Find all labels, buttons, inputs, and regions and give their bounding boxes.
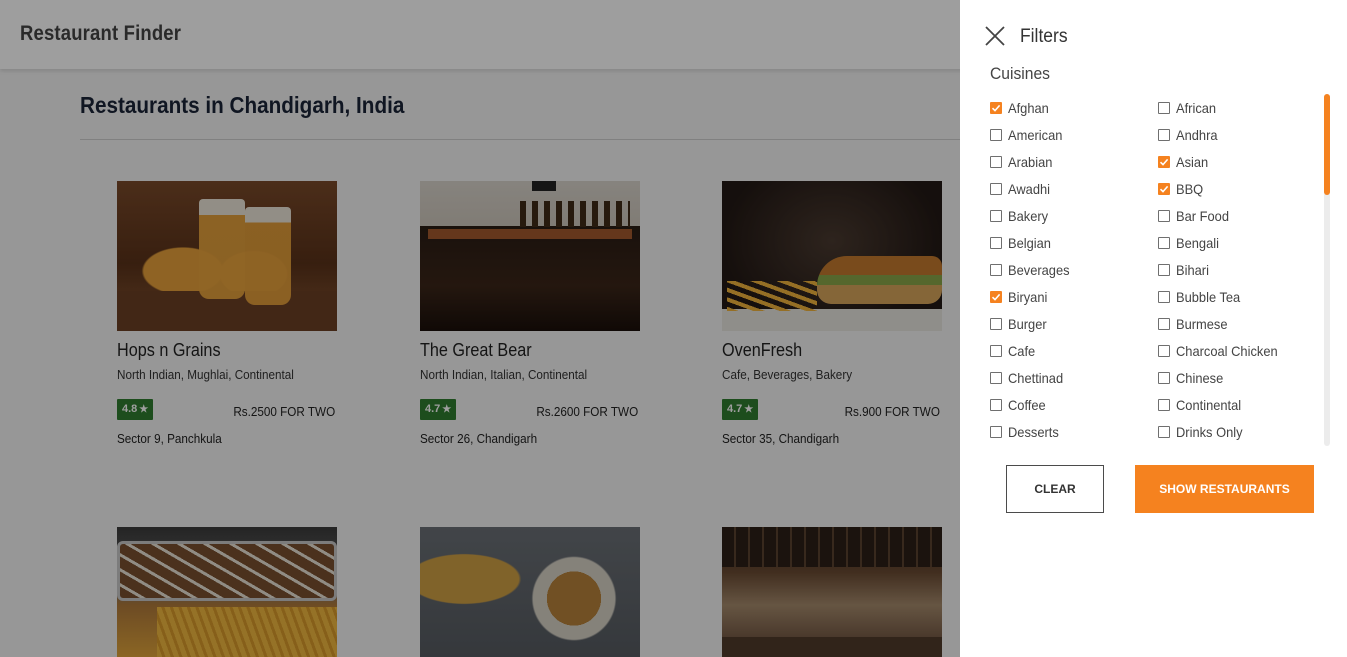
- cuisine-checkbox[interactable]: [1158, 317, 1170, 330]
- cuisine-option[interactable]: Afghan: [990, 94, 1052, 121]
- cuisine-option[interactable]: Andhra: [1158, 121, 1221, 148]
- cuisine-option[interactable]: Bar Food: [1158, 202, 1234, 229]
- cuisine-label: Andhra: [1176, 126, 1218, 143]
- cuisine-checkbox[interactable]: [990, 371, 1002, 384]
- cuisine-checkbox[interactable]: [1158, 371, 1170, 384]
- cuisine-checkbox[interactable]: [990, 128, 1002, 141]
- cuisine-checkbox[interactable]: [1158, 128, 1170, 141]
- cuisine-checkbox[interactable]: [990, 317, 1002, 330]
- cuisine-checkbox[interactable]: [1158, 263, 1170, 276]
- cuisine-option[interactable]: Continental: [1158, 391, 1247, 418]
- cuisine-label: Beverages: [1008, 261, 1070, 278]
- cuisine-checkbox[interactable]: [1158, 344, 1170, 357]
- cuisine-checkbox[interactable]: [990, 398, 1002, 411]
- cuisine-checkbox[interactable]: [1158, 425, 1170, 438]
- cuisine-label: Bengali: [1176, 234, 1219, 251]
- cuisine-label: Coffee: [1008, 396, 1046, 413]
- cuisine-checkbox[interactable]: [1158, 236, 1170, 249]
- cuisine-checkbox[interactable]: [990, 236, 1002, 249]
- cuisine-label: Afghan: [1008, 99, 1049, 116]
- cuisine-checkbox[interactable]: [990, 263, 1002, 276]
- cuisine-label: Chinese: [1176, 369, 1224, 386]
- cuisine-checkbox[interactable]: [990, 290, 1002, 303]
- cuisine-label: Awadhi: [1008, 180, 1051, 197]
- cuisine-checkbox-list[interactable]: Afghan African American Andhra Arabian Asian A…: [990, 94, 1322, 446]
- cuisine-label: Bakery: [1008, 207, 1049, 224]
- cuisine-option[interactable]: Biryani: [990, 283, 1051, 310]
- cuisine-option[interactable]: Burger: [990, 310, 1050, 337]
- cuisine-option[interactable]: Chinese: [1158, 364, 1227, 391]
- cuisine-label: Cafe: [1008, 342, 1036, 359]
- cuisine-option[interactable]: Charcoal Chicken: [1158, 337, 1287, 364]
- cuisine-checkbox[interactable]: [990, 344, 1002, 357]
- scrollbar-thumb[interactable]: [1324, 94, 1330, 195]
- show-restaurants-button[interactable]: SHOW RESTAURANTS: [1135, 465, 1314, 513]
- cuisine-option[interactable]: Bihari: [1158, 256, 1212, 283]
- cuisine-label: Asian: [1176, 153, 1209, 170]
- cuisine-option[interactable]: American: [990, 121, 1067, 148]
- cuisine-label: Desserts: [1008, 423, 1059, 440]
- cuisine-option[interactable]: Belgian: [990, 229, 1055, 256]
- cuisine-label: Charcoal Chicken: [1176, 342, 1278, 359]
- close-icon[interactable]: [984, 25, 1006, 47]
- cuisine-option[interactable]: Asian: [1158, 148, 1211, 175]
- cuisines-section-label: Cuisines: [990, 64, 1050, 83]
- cuisine-checkbox[interactable]: [1158, 155, 1170, 168]
- cuisine-checkbox[interactable]: [1158, 209, 1170, 222]
- cuisine-checkbox[interactable]: [990, 155, 1002, 168]
- cuisine-checkbox[interactable]: [1158, 101, 1170, 114]
- cuisine-checkbox[interactable]: [1158, 290, 1170, 303]
- cuisine-label: Biryani: [1008, 288, 1048, 305]
- cuisine-option[interactable]: Drinks Only: [1158, 418, 1248, 445]
- clear-button[interactable]: CLEAR: [1006, 465, 1104, 513]
- cuisine-checkbox[interactable]: [990, 101, 1002, 114]
- cuisine-checkbox[interactable]: [990, 425, 1002, 438]
- cuisine-checkbox[interactable]: [1158, 398, 1170, 411]
- filters-title: Filters: [1020, 26, 1068, 47]
- cuisine-option[interactable]: Bubble Tea: [1158, 283, 1246, 310]
- modal-overlay[interactable]: [0, 0, 960, 657]
- cuisine-option[interactable]: Beverages: [990, 256, 1075, 283]
- cuisine-label: Belgian: [1008, 234, 1051, 251]
- cuisine-checkbox[interactable]: [990, 209, 1002, 222]
- cuisine-label: Bar Food: [1176, 207, 1229, 224]
- cuisine-option[interactable]: Bakery: [990, 202, 1052, 229]
- cuisine-label: Drinks Only: [1176, 423, 1243, 440]
- cuisine-option[interactable]: Coffee: [990, 391, 1049, 418]
- cuisine-option[interactable]: Burmese: [1158, 310, 1232, 337]
- cuisine-option[interactable]: African: [1158, 94, 1220, 121]
- cuisine-label: Bihari: [1176, 261, 1209, 278]
- cuisine-option[interactable]: Bengali: [1158, 229, 1223, 256]
- cuisine-label: American: [1008, 126, 1063, 143]
- cuisine-label: BBQ: [1176, 180, 1204, 197]
- cuisine-label: Arabian: [1008, 153, 1053, 170]
- cuisine-label: Burmese: [1176, 315, 1228, 332]
- cuisine-option[interactable]: Chettinad: [990, 364, 1068, 391]
- cuisine-label: African: [1176, 99, 1217, 116]
- cuisine-label: Burger: [1008, 315, 1047, 332]
- cuisine-checkbox[interactable]: [1158, 182, 1170, 195]
- cuisine-option[interactable]: Cafe: [990, 337, 1038, 364]
- cuisine-label: Continental: [1176, 396, 1242, 413]
- cuisine-label: Chettinad: [1008, 369, 1064, 386]
- cuisine-option[interactable]: Desserts: [990, 418, 1063, 445]
- cuisine-checkbox[interactable]: [990, 182, 1002, 195]
- cuisine-option[interactable]: BBQ: [1158, 175, 1206, 202]
- cuisine-option[interactable]: Arabian: [990, 148, 1056, 175]
- cuisine-option[interactable]: Awadhi: [990, 175, 1054, 202]
- cuisine-label: Bubble Tea: [1176, 288, 1241, 305]
